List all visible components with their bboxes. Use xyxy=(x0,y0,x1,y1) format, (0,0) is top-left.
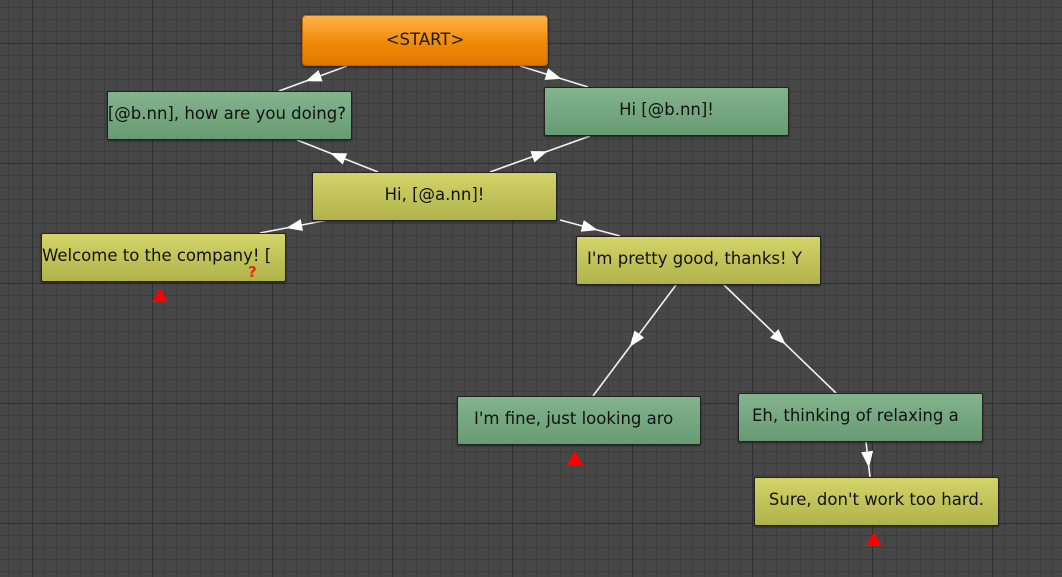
arrow-head-icon xyxy=(629,330,645,347)
arrow-head-icon xyxy=(330,153,348,165)
node-start-label: <START> xyxy=(385,30,465,49)
node-relaxing-label: Eh, thinking of relaxing a xyxy=(752,406,959,425)
arrow-head-icon xyxy=(286,219,303,231)
node-im-fine-label: I'm fine, just looking aro xyxy=(474,409,674,428)
node-greeting-a[interactable]: Hi, [@a.nn]! xyxy=(312,172,557,221)
dialogue-graph-canvas[interactable]: <START> Hey [@b.nn], how are you doing? … xyxy=(0,0,1062,577)
node-greeting-a-label: Hi, [@a.nn]! xyxy=(384,185,485,204)
arrow-head-icon xyxy=(544,68,562,80)
node-greeting-b-question[interactable]: Hey [@b.nn], how are you doing? xyxy=(107,91,352,140)
node-pretty-good[interactable]: I'm pretty good, thanks! Y xyxy=(576,236,821,285)
arrow-head-icon xyxy=(580,220,598,232)
warning-triangle-icon xyxy=(866,532,882,546)
question-mark-icon: ? xyxy=(248,263,257,281)
warning-triangle-icon xyxy=(567,451,583,465)
node-greeting-b-label: Hi [@b.nn]! xyxy=(619,100,714,119)
node-pretty-good-label: I'm pretty good, thanks! Y xyxy=(587,249,802,268)
node-relaxing[interactable]: Eh, thinking of relaxing a xyxy=(738,393,983,442)
arrow-head-icon xyxy=(530,151,548,163)
warning-triangle-icon xyxy=(152,288,168,302)
node-work-hard[interactable]: Sure, don't work too hard. xyxy=(754,477,999,526)
node-greeting-b[interactable]: Hi [@b.nn]! xyxy=(544,87,789,136)
node-work-hard-label: Sure, don't work too hard. xyxy=(768,490,985,509)
arrow-head-icon xyxy=(305,70,323,82)
arrow-head-icon xyxy=(861,450,874,468)
node-greeting-b-question-label: Hey [@b.nn], how are you doing? xyxy=(107,104,346,123)
node-start[interactable]: <START> xyxy=(302,15,548,66)
node-im-fine[interactable]: I'm fine, just looking aro xyxy=(457,396,701,445)
